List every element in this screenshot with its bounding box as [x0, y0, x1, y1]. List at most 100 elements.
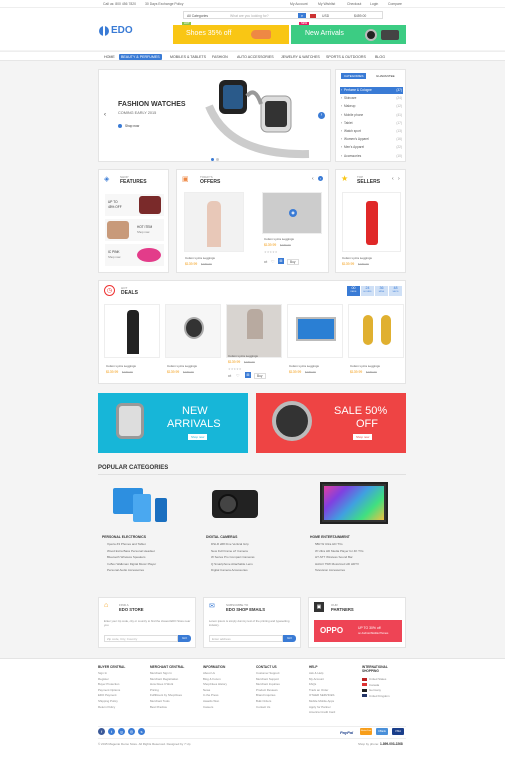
promo-arrivals[interactable]: NEW New Arrivals	[291, 22, 406, 44]
tv-image[interactable]	[320, 482, 388, 524]
flag-icon[interactable]	[310, 13, 316, 18]
facebook-icon[interactable]: f	[98, 728, 105, 735]
sellers-prev-icon[interactable]: ‹	[392, 176, 394, 182]
offers-next-icon[interactable]: ›	[318, 176, 323, 181]
popular-col-item[interactable]: Personal Audio Accessories	[107, 568, 144, 572]
category-select[interactable]: All Categories	[187, 14, 208, 18]
footer-link[interactable]: In the Press	[203, 693, 218, 697]
checkout-link[interactable]: Checkout	[347, 2, 361, 6]
skype-icon[interactable]: s	[138, 728, 145, 735]
banner2-cta[interactable]: Shop now	[353, 434, 373, 440]
slider-cta[interactable]: Shop now	[125, 124, 139, 128]
partner-banner[interactable]: OPPO UP TO 30% off on Android Mobile Pho…	[314, 620, 402, 642]
compare-link[interactable]: Compare	[388, 2, 402, 6]
zip-input[interactable]: Zip code, City, Country	[104, 635, 178, 642]
footer-link[interactable]: Product Reviews	[256, 688, 278, 692]
tab-categories[interactable]: CATEGORIES	[341, 73, 367, 79]
deal-product-image[interactable]	[287, 304, 343, 358]
twitter-icon[interactable]: t	[108, 728, 115, 735]
nav-blog[interactable]: BLOG	[373, 54, 387, 60]
buy-button[interactable]: Buy	[254, 373, 266, 379]
footer-link[interactable]: Buyer Protection	[98, 682, 119, 686]
deal-product-image[interactable]	[348, 304, 404, 358]
footer-link[interactable]: United Kingdom	[369, 694, 390, 698]
deal-product-image[interactable]	[165, 304, 221, 358]
deal-product-image[interactable]	[226, 304, 282, 358]
store-go-button[interactable]: GO	[178, 635, 191, 642]
category-item[interactable]: › Men's Apparel (22)	[340, 144, 403, 151]
footer-link[interactable]: Register	[98, 677, 109, 681]
footer-link[interactable]: EDO Payment	[98, 693, 116, 697]
deal-product-name[interactable]: Cotton Lycra Leggings	[167, 364, 197, 368]
compare-icon[interactable]: ⇄	[264, 259, 267, 264]
footer-link[interactable]: OTHER SERVICES	[309, 693, 335, 697]
nav-mobiles[interactable]: MOBILES & TABLETS	[168, 54, 208, 60]
footer-link[interactable]: Track an Order	[309, 688, 328, 692]
cart-icon[interactable]: ⊞	[245, 372, 251, 378]
promo-shoes[interactable]: HOT Shoes 35% off	[173, 22, 289, 44]
footer-link[interactable]: About Us	[203, 671, 215, 675]
slider-dot[interactable]	[216, 158, 219, 161]
wishlist-link[interactable]: My Wishlist	[318, 2, 335, 6]
popular-col-item[interactable]: W Series Pro Compact Cameras	[211, 555, 255, 559]
camera-image[interactable]	[206, 484, 270, 524]
logo[interactable]: EDO	[98, 25, 133, 38]
footer-link[interactable]: Shipping Policy	[98, 699, 118, 703]
sellers-next-icon[interactable]: ›	[398, 176, 400, 182]
category-item[interactable]: › Makeup (12)	[340, 103, 403, 110]
nav-home[interactable]: HOME	[102, 54, 117, 60]
subscribe-go-button[interactable]: GO	[283, 635, 296, 642]
slider-next-icon[interactable]: ›	[318, 112, 325, 119]
compare-icon[interactable]: ⇄	[228, 373, 231, 378]
heart-icon[interactable]: ♡	[236, 373, 240, 378]
footer-link[interactable]: Customer Support	[256, 671, 279, 675]
footer-link[interactable]: Pricing	[150, 688, 159, 692]
popular-col-item[interactable]: W Ultra HD Media Player for 4K TVs	[315, 549, 363, 553]
nav-beauty[interactable]: BEAUTY & PERFUMES	[119, 54, 162, 60]
popular-col-item[interactable]: Bluetooth Wireless Speakers	[107, 555, 146, 559]
my-account-link[interactable]: My Account	[290, 2, 308, 6]
footer-link[interactable]: Canada	[369, 683, 379, 687]
footer-link[interactable]: Merchant Tools	[150, 699, 170, 703]
deal-product-name[interactable]: Cotton Lycra Leggings	[106, 364, 136, 368]
popular-col-item[interactable]: In-Box Walkman Digital Music Player	[107, 562, 156, 566]
seller-product-image[interactable]	[342, 192, 401, 252]
footer-link[interactable]: Bulk Orders	[256, 699, 271, 703]
seller-product-name[interactable]: Cotton Lycra Leggings	[342, 256, 372, 260]
email-input[interactable]: Enter address	[209, 635, 283, 642]
popular-col-item[interactable]: Digital Camera Accessories	[211, 568, 248, 572]
tab-guarantee[interactable]: GUARANTEE	[374, 73, 397, 79]
footer-link[interactable]: Apply for Partner	[309, 705, 331, 709]
feature-banner-3[interactable]: IC PINK Shop now	[105, 244, 164, 266]
deal-product-image[interactable]	[104, 304, 160, 358]
slider-dot[interactable]	[211, 158, 214, 161]
category-item[interactable]: › Watch sport (13)	[340, 128, 403, 135]
offer-product-name-1[interactable]: Cotton Lycra Leggings	[185, 256, 215, 260]
search-icon[interactable]: ⌕	[298, 13, 306, 18]
footer-link[interactable]: Careers	[203, 705, 213, 709]
popular-col-item[interactable]: HAGO 75W Motorized HD HDTV	[315, 562, 359, 566]
nav-fashion[interactable]: FASHION	[210, 54, 230, 60]
category-item[interactable]: › Perfume & Cologne (37)	[340, 87, 403, 94]
footer-link[interactable]: Mobile Mobile Apps	[309, 699, 334, 703]
currency-select[interactable]: USD	[322, 14, 329, 18]
googleplus-icon[interactable]: g	[118, 728, 125, 735]
dribbble-icon[interactable]: ◎	[128, 728, 135, 735]
nav-auto[interactable]: AUTO ACCESSORIES	[235, 54, 276, 60]
popular-col-item[interactable]: DSLR a58 Fine Vertical Grip	[211, 542, 249, 546]
footer-link[interactable]: How Does It Work	[150, 682, 173, 686]
eye-icon[interactable]: ◉	[289, 209, 297, 217]
footer-link[interactable]: Merchant Registration	[150, 677, 178, 681]
footer-link[interactable]: Fulfillment by ShopClues	[150, 693, 182, 697]
heart-icon[interactable]: ♡	[271, 259, 275, 264]
footer-link[interactable]: Ask & Help	[309, 671, 323, 675]
feature-banner-2[interactable]: HOT ITEM Shop now	[105, 219, 164, 241]
footer-link[interactable]: Best Practice	[150, 705, 167, 709]
footer-link[interactable]: Merchant Support	[256, 677, 279, 681]
footer-link[interactable]: Payment Options	[98, 688, 120, 692]
footer-link[interactable]: Sign In	[98, 671, 107, 675]
banner1-cta[interactable]: Shop now	[188, 434, 208, 440]
search-input[interactable]: What are you looking for?	[230, 14, 269, 18]
footer-link[interactable]: Merchant Inquiries	[256, 682, 280, 686]
banner-new-arrivals[interactable]: NEW ARRIVALS Shop now	[98, 393, 248, 453]
